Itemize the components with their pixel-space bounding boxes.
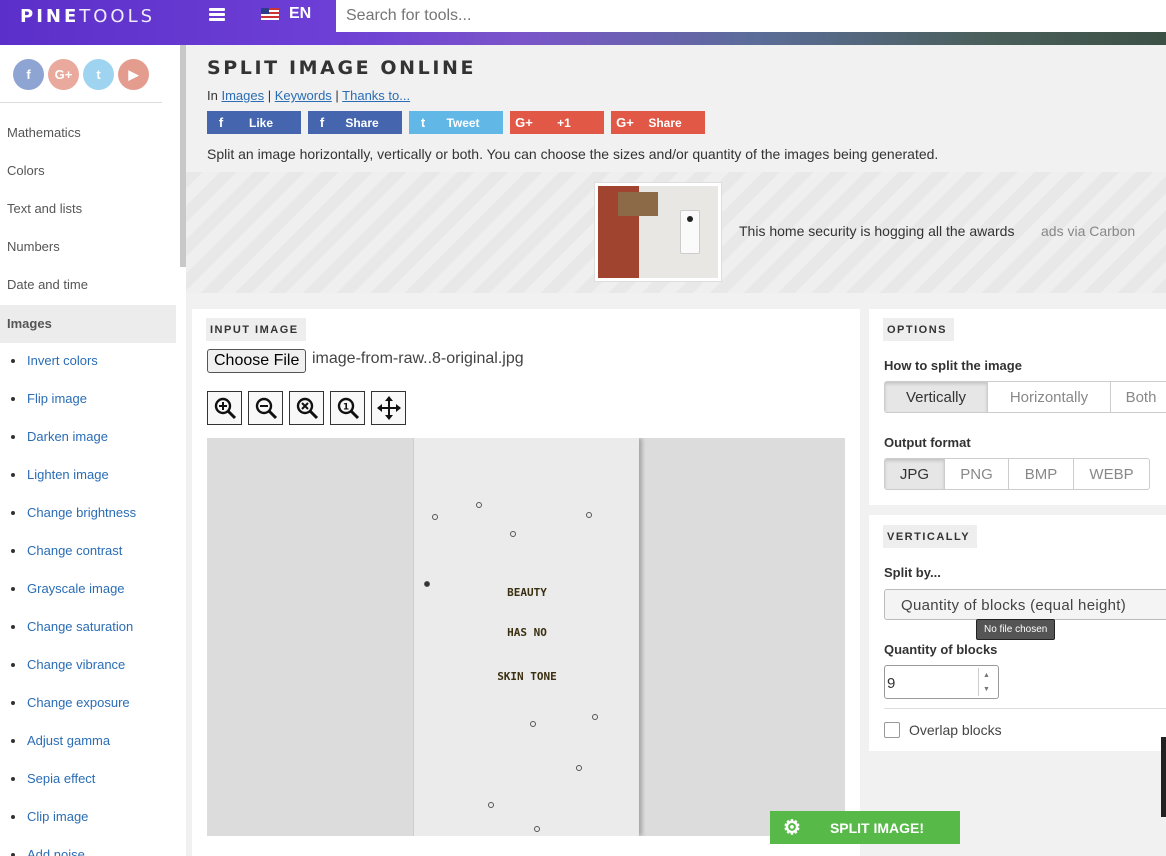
sidebar: f G+ t ▶ Mathematics Colors Text and lis…: [0, 45, 186, 856]
sidebar-subitem[interactable]: Change brightness: [11, 505, 136, 520]
sidebar-subitem[interactable]: Change contrast: [11, 543, 122, 558]
split-horizontally-button[interactable]: Horizontally: [988, 382, 1111, 412]
ad-image[interactable]: [594, 182, 722, 282]
sidebar-subitem[interactable]: Clip image: [11, 809, 88, 824]
sidebar-subitem[interactable]: Sepia effect: [11, 771, 95, 786]
chevron-down-icon[interactable]: ▼: [983, 686, 990, 693]
chevron-up-icon[interactable]: ▲: [983, 672, 990, 679]
sidebar-subitem[interactable]: Change vibrance: [11, 657, 125, 672]
twitter-icon: t: [420, 115, 426, 130]
share-buttons: f Like f Share t Tweet G+ +1 G+ Share: [207, 111, 705, 134]
output-format-toggle: JPG PNG BMP WEBP: [884, 458, 1150, 490]
format-png-button[interactable]: PNG: [945, 459, 1009, 489]
menu-icon[interactable]: [209, 8, 225, 22]
language-selector[interactable]: EN: [261, 5, 311, 23]
split-image-button[interactable]: ⚙ SPLIT IMAGE!: [770, 811, 960, 844]
sidebar-subitem[interactable]: Invert colors: [11, 353, 98, 368]
sidebar-item-date-and-time[interactable]: Date and time: [7, 277, 88, 292]
sidebar-item-mathematics[interactable]: Mathematics: [7, 125, 81, 140]
sidebar-item-colors[interactable]: Colors: [7, 163, 45, 178]
sidebar-subitem[interactable]: Add noise: [11, 847, 85, 856]
file-name: image-from-raw..8-original.jpg: [312, 350, 524, 367]
search-input[interactable]: [336, 0, 1166, 32]
facebook-icon: f: [218, 115, 224, 130]
preview-text-line: BEAUTY: [507, 586, 547, 599]
vertically-heading: VERTICALLY: [883, 525, 978, 548]
sidebar-subitem[interactable]: Lighten image: [11, 467, 109, 482]
sidebar-subitem[interactable]: Darken image: [11, 429, 108, 444]
split-both-button[interactable]: Both: [1111, 382, 1166, 412]
sidebar-item-images[interactable]: Images: [0, 305, 176, 343]
breadcrumb-link-keywords[interactable]: Keywords: [275, 88, 332, 103]
sidebar-item-text-and-lists[interactable]: Text and lists: [7, 201, 82, 216]
window-edge: [1161, 737, 1166, 817]
preview-text-line: SKIN TONE: [497, 670, 557, 683]
sidebar-subitem[interactable]: Flip image: [11, 391, 87, 406]
tool-description: Split an image horizontally, vertically …: [207, 146, 939, 162]
breadcrumb: In Images | Keywords | Thanks to...: [207, 88, 411, 103]
youtube-icon[interactable]: ▶: [118, 59, 149, 90]
logo[interactable]: PINETOOLS: [20, 6, 155, 27]
google-plus-icon: G+: [515, 115, 533, 130]
move-icon[interactable]: [371, 391, 406, 425]
breadcrumb-link-thanks[interactable]: Thanks to...: [342, 88, 410, 103]
google-plus-share-button[interactable]: G+ Share: [611, 111, 705, 134]
sidebar-subitem[interactable]: Change saturation: [11, 619, 133, 634]
image-preview-canvas[interactable]: BEAUTY HAS NO SKIN TONE: [207, 438, 845, 836]
image-preview: BEAUTY HAS NO SKIN TONE: [413, 438, 639, 836]
divider: [884, 708, 1166, 709]
overlap-checkbox[interactable]: [884, 722, 900, 738]
language-label: EN: [289, 5, 312, 22]
google-plus-icon: G+: [616, 115, 634, 130]
google-plus-icon[interactable]: G+: [48, 59, 79, 90]
tweet-button[interactable]: t Tweet: [409, 111, 503, 134]
input-image-heading: INPUT IMAGE: [206, 318, 306, 341]
split-vertically-button[interactable]: Vertically: [885, 382, 988, 412]
sidebar-subitem[interactable]: Change exposure: [11, 695, 130, 710]
gear-icon: ⚙: [783, 817, 801, 839]
overlap-label[interactable]: Overlap blocks: [909, 722, 1002, 738]
preview-text-line: HAS NO: [507, 626, 547, 639]
zoom-in-icon[interactable]: [207, 391, 242, 425]
split-by-label: Split by...: [884, 565, 941, 580]
split-mode-label: How to split the image: [884, 358, 1022, 373]
svg-text:1: 1: [342, 403, 348, 413]
sidebar-subitem[interactable]: Adjust gamma: [11, 733, 110, 748]
google-plus-one-button[interactable]: G+ +1: [510, 111, 604, 134]
sidebar-subitem[interactable]: Grayscale image: [11, 581, 125, 596]
twitter-icon[interactable]: t: [83, 59, 114, 90]
split-by-select[interactable]: Quantity of blocks (equal height): [884, 589, 1166, 620]
format-bmp-button[interactable]: BMP: [1009, 459, 1074, 489]
breadcrumb-prefix: In: [207, 88, 218, 103]
tooltip: No file chosen: [976, 619, 1056, 640]
zoom-actual-size-icon[interactable]: 1: [330, 391, 365, 425]
choose-file-button[interactable]: Choose File: [207, 349, 307, 373]
breadcrumb-link-images[interactable]: Images: [221, 88, 264, 103]
output-format-label: Output format: [884, 435, 971, 450]
page-title: SPLIT IMAGE ONLINE: [207, 57, 477, 79]
facebook-icon: f: [319, 115, 325, 130]
options-heading: OPTIONS: [883, 318, 955, 341]
zoom-out-icon[interactable]: [248, 391, 283, 425]
format-webp-button[interactable]: WEBP: [1074, 459, 1149, 489]
sidebar-item-numbers[interactable]: Numbers: [7, 239, 60, 254]
facebook-share-button[interactable]: f Share: [308, 111, 402, 134]
us-flag-icon: [261, 8, 279, 20]
facebook-icon[interactable]: f: [13, 59, 44, 90]
stepper-arrows[interactable]: ▲ ▼: [978, 668, 994, 696]
split-mode-toggle: Vertically Horizontally Both: [884, 381, 1166, 413]
facebook-like-button[interactable]: f Like: [207, 111, 301, 134]
format-jpg-button[interactable]: JPG: [885, 459, 945, 489]
ad-via[interactable]: ads via Carbon: [1041, 223, 1135, 239]
social-links: f G+ t ▶: [0, 45, 162, 103]
quantity-label: Quantity of blocks: [884, 642, 998, 657]
ad-text[interactable]: This home security is hogging all the aw…: [739, 223, 1014, 239]
zoom-fit-icon[interactable]: [289, 391, 324, 425]
